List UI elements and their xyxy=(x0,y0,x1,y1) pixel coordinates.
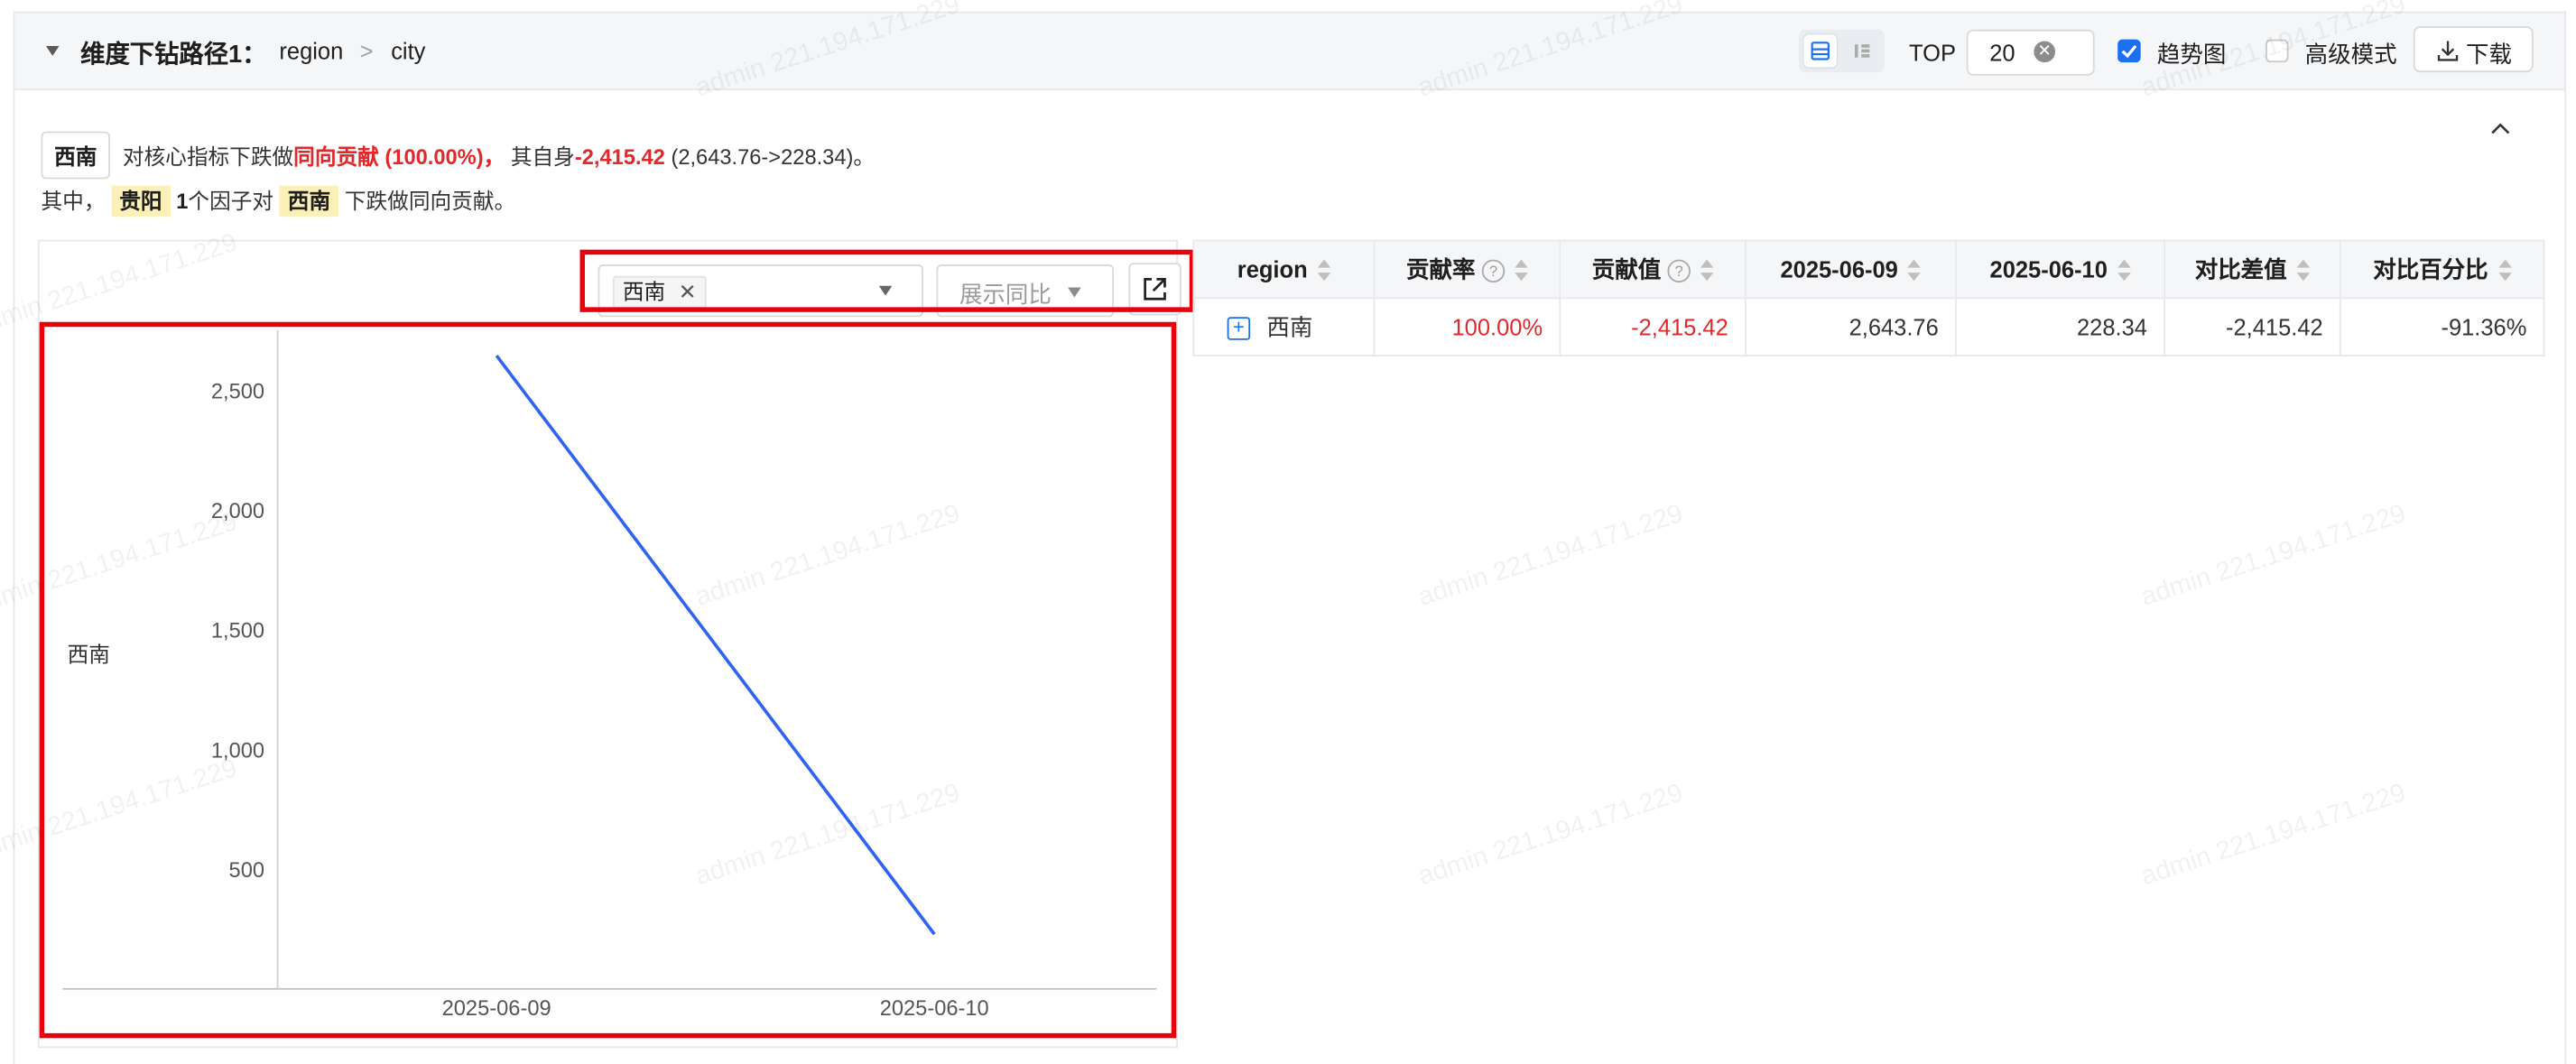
cell-date2: 228.34 xyxy=(1954,297,2165,356)
download-icon xyxy=(2437,41,2459,61)
contribution-table: region 贡献率? 贡献值? 2025-06-09 2025-06-10 对… xyxy=(1192,239,2545,356)
region-tag: 西南 xyxy=(41,131,110,180)
summary-line-2: 其中， 贵阳 1个因子对 西南 下跌做同向贡献。 xyxy=(41,184,516,217)
factor-count: 1 xyxy=(176,189,189,214)
chevron-up-icon[interactable] xyxy=(2489,116,2512,139)
drill-path-title: 维度下钻路径1： xyxy=(80,41,267,69)
toolbar-highlight xyxy=(579,249,1195,312)
col-pct[interactable]: 对比百分比 xyxy=(2339,239,2545,300)
summary-prefix: 其中， xyxy=(41,189,106,214)
breadcrumb-region[interactable]: region xyxy=(279,38,343,64)
sort-icon[interactable] xyxy=(2497,260,2512,282)
self-range: (2,643.76->228.34)。 xyxy=(671,144,876,170)
table-row[interactable]: + 西南 100.00% -2,415.42 2,643.76 228.34 -2… xyxy=(1192,297,2545,356)
cell-region[interactable]: + 西南 xyxy=(1192,297,1376,356)
cell-rate: 100.00% xyxy=(1373,297,1561,356)
breadcrumb-separator: > xyxy=(359,37,374,64)
summary-suffix: 下跌做同向贡献。 xyxy=(344,189,516,214)
summary-self-text: 其自身 xyxy=(510,144,575,170)
help-icon[interactable]: ? xyxy=(1667,260,1691,283)
sort-icon[interactable] xyxy=(1907,259,1922,282)
summary-mid: 个因子对 xyxy=(188,189,274,214)
advanced-mode-checkbox[interactable] xyxy=(2265,39,2289,63)
col-rate[interactable]: 贡献率? xyxy=(1373,239,1561,300)
cell-date1: 2,643.76 xyxy=(1744,297,1957,356)
expand-icon[interactable]: + xyxy=(1227,317,1251,341)
target-region-tag: 西南 xyxy=(279,185,339,217)
top-n-input[interactable]: 20 ✕ xyxy=(1966,29,2095,76)
sort-icon[interactable] xyxy=(1700,260,1714,282)
trend-chart-card: 西南 ✕ 展示同比 500 1,000 1,500 2,000 2,500 2025-06-… xyxy=(37,239,1195,1049)
self-value: -2,415.42 xyxy=(574,144,665,170)
trend-label[interactable]: 趋势图 xyxy=(2157,38,2226,70)
summary-line-1: 西南 对核心指标下跌做同向贡献 (100.00%)， 其自身-2,415.42 … xyxy=(41,131,876,180)
col-value[interactable]: 贡献值? xyxy=(1559,239,1747,300)
top-label: TOP xyxy=(1909,39,1956,66)
table-view-icon[interactable] xyxy=(1803,34,1837,68)
split-view-icon[interactable] xyxy=(1845,34,1877,67)
breadcrumb-city[interactable]: city xyxy=(391,38,425,64)
cell-diff: -2,415.42 xyxy=(2164,297,2341,356)
col-region[interactable]: region xyxy=(1192,239,1376,300)
clear-icon[interactable]: ✕ xyxy=(2034,41,2056,63)
drilldown-panel: 维度下钻路径1： region > city TOP 20 ✕ 趋势图 高级模式… xyxy=(13,11,2567,1064)
top-n-value[interactable]: 20 xyxy=(1989,40,2015,66)
download-label: 下载 xyxy=(2466,41,2513,68)
sort-icon[interactable] xyxy=(2117,259,2131,282)
advanced-mode-label[interactable]: 高级模式 xyxy=(2305,38,2397,70)
sort-icon[interactable] xyxy=(1515,260,1528,282)
summary-text: 对核心指标下跌做 xyxy=(122,144,294,170)
contribution-text: 同向贡献 (100.00%)， xyxy=(293,144,505,170)
help-icon[interactable]: ? xyxy=(1481,260,1506,283)
panel-header: 维度下钻路径1： region > city TOP 20 ✕ 趋势图 高级模式… xyxy=(14,13,2565,91)
trend-checkbox[interactable] xyxy=(2117,39,2141,63)
view-toggle[interactable] xyxy=(1799,29,1885,73)
cell-value: -2,415.42 xyxy=(1559,297,1747,356)
collapse-caret-icon[interactable] xyxy=(45,45,60,56)
chart-highlight xyxy=(39,321,1177,1039)
col-diff[interactable]: 对比差值 xyxy=(2164,239,2341,300)
download-button[interactable]: 下载 xyxy=(2413,26,2534,73)
factor-city-tag: 贵阳 xyxy=(111,185,171,217)
sort-icon[interactable] xyxy=(1317,259,1331,282)
table-header-row: region 贡献率? 贡献值? 2025-06-09 2025-06-10 对… xyxy=(1192,239,2545,300)
col-date1[interactable]: 2025-06-09 xyxy=(1744,239,1957,300)
cell-pct: -91.36% xyxy=(2339,297,2545,356)
sort-icon[interactable] xyxy=(2296,260,2311,282)
col-date2[interactable]: 2025-06-10 xyxy=(1954,239,2165,300)
